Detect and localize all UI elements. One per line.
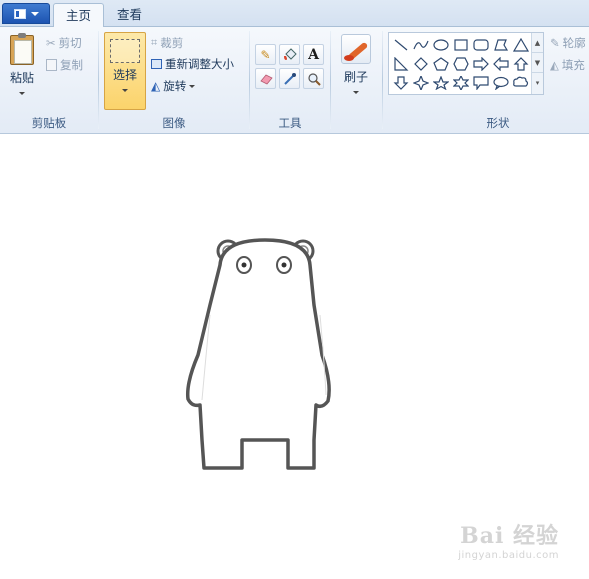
rotate-label: 旋转	[163, 79, 187, 93]
chevron-down-icon	[353, 91, 359, 94]
magnifier-icon[interactable]	[303, 68, 324, 89]
fill-bucket-icon[interactable]	[279, 44, 300, 65]
copy-button[interactable]: 复制	[46, 56, 83, 74]
bear-drawing	[185, 238, 331, 470]
crop-button[interactable]: ⌗ 裁剪	[151, 34, 183, 52]
shapes-group: 形状	[383, 27, 589, 134]
cut-button[interactable]: ✂ 剪切	[46, 34, 82, 52]
group-divider	[330, 31, 331, 129]
select-button[interactable]: 选择	[104, 32, 146, 110]
paste-button[interactable]: 粘贴	[4, 29, 40, 100]
rotate-button[interactable]: ◭ 旋转	[151, 77, 196, 95]
watermark: Bai 经验 jingyan.baidu.com	[458, 518, 559, 561]
cut-label: 剪切	[58, 36, 82, 50]
copy-label: 复制	[60, 58, 83, 72]
app-menu-button[interactable]	[2, 3, 50, 24]
chevron-down-icon	[122, 89, 128, 92]
paste-label: 粘贴	[9, 71, 34, 85]
drawing-canvas[interactable]: Bai 经验 jingyan.baidu.com	[0, 135, 589, 579]
rotate-icon: ◭	[151, 79, 161, 93]
tab-view[interactable]: 查看	[105, 3, 154, 28]
text-icon[interactable]: A	[303, 44, 324, 65]
document-icon	[13, 8, 26, 19]
clipboard-group: 粘贴 ✂ 剪切 复制 剪贴板	[0, 27, 98, 134]
paste-icon	[10, 33, 34, 65]
chevron-down-icon	[19, 92, 25, 95]
image-group-label: 图像	[162, 116, 186, 130]
resize-label: 重新调整大小	[165, 57, 234, 71]
eraser-icon[interactable]	[255, 68, 276, 89]
brush-button[interactable]: 刷子	[336, 32, 376, 99]
crop-label: 裁剪	[160, 36, 184, 50]
tools-group-label: 工具	[278, 116, 302, 130]
brush-icon	[341, 34, 371, 64]
chevron-down-icon	[30, 11, 39, 16]
color-picker-icon[interactable]	[279, 68, 300, 89]
scissors-icon: ✂	[46, 36, 56, 50]
chevron-down-icon	[189, 84, 196, 88]
brush-label: 刷子	[343, 70, 368, 84]
resize-button[interactable]: 重新调整大小	[151, 55, 234, 73]
clipboard-group-label: 剪贴板	[31, 116, 67, 130]
watermark-url: jingyan.baidu.com	[458, 550, 559, 561]
select-label: 选择	[112, 68, 137, 82]
selection-marquee-icon	[110, 39, 140, 63]
crop-icon: ⌗	[151, 36, 158, 49]
copy-icon	[46, 59, 57, 71]
tab-home[interactable]: 主页	[53, 3, 105, 28]
ribbon-tab-bar: 主页 查看	[0, 0, 589, 28]
ribbon: 粘贴 ✂ 剪切 复制 剪贴板 图像 选择 ⌗ 裁剪 重新调整大小 ◭ 旋转 工具…	[0, 27, 589, 134]
tools-grid: ✎ A	[255, 44, 325, 89]
pencil-icon[interactable]: ✎	[255, 44, 276, 65]
resize-icon	[151, 59, 162, 69]
shapes-group-label: 形状	[486, 116, 510, 130]
watermark-brand: Bai 经验	[460, 523, 559, 549]
